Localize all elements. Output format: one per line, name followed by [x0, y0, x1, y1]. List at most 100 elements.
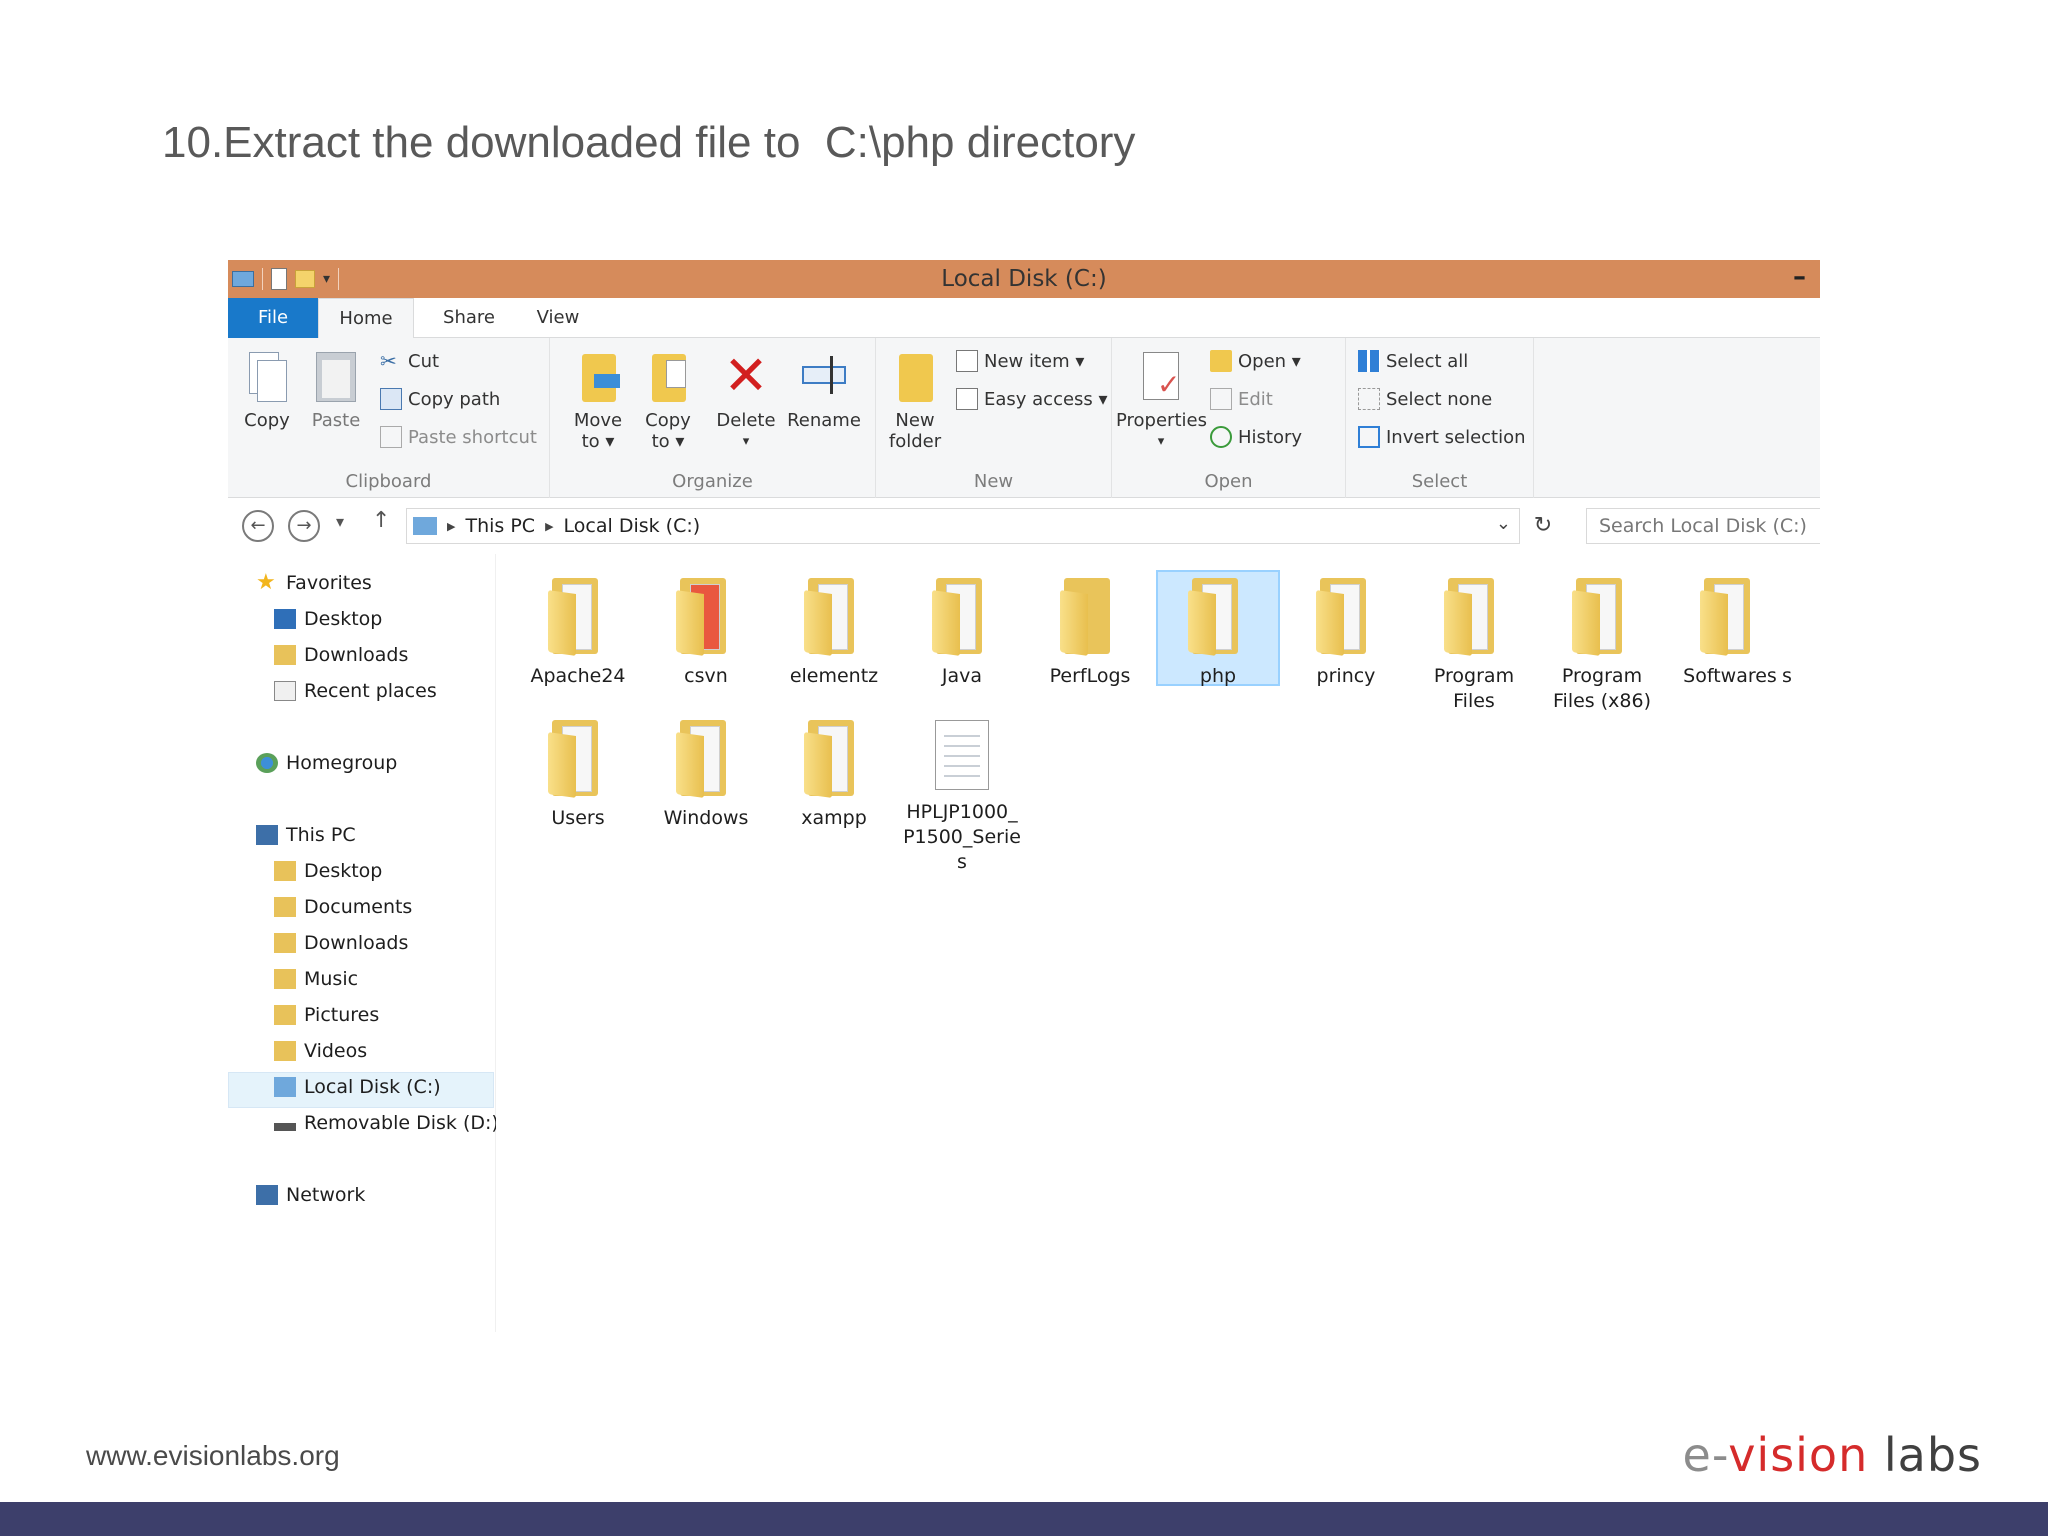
address-input[interactable]: ▶ This PC ▶ Local Disk (C:) ⌄ [406, 508, 1520, 544]
refresh-icon[interactable]: ↻ [1528, 508, 1558, 544]
new-folder-button[interactable]: New folder [884, 348, 946, 452]
copy-button[interactable]: Copy [236, 348, 298, 431]
nav-pc-desktop[interactable]: Desktop [274, 860, 382, 882]
tab-home[interactable]: Home [318, 298, 414, 339]
nav-fav-recent[interactable]: Recent places [274, 680, 437, 702]
move-to-label-line1: Move [573, 410, 623, 431]
folder-partial[interactable]: s [1782, 572, 1820, 689]
easy-access-label: Easy access ▾ [984, 388, 1108, 410]
organize-group: Move to ▾ Copy to ▾ ✕ Delete ▾ Rename Or… [550, 338, 876, 498]
cut-label: Cut [408, 350, 440, 372]
rename-button[interactable]: Rename [786, 348, 862, 431]
up-arrow-icon[interactable]: ↑ [372, 508, 390, 533]
desktop-icon [274, 609, 296, 629]
paste-button[interactable]: Paste [304, 348, 368, 431]
nav-fav-downloads[interactable]: Downloads [274, 644, 408, 666]
nav-pc-downloads[interactable]: Downloads [274, 932, 408, 954]
folder-princy[interactable]: princy [1284, 572, 1408, 689]
folder-icon [1700, 578, 1760, 656]
file-hpljp1000[interactable]: HPLJP1000_ P1500_Serie s [900, 714, 1024, 875]
chevron-down-icon[interactable]: ⌄ [1496, 513, 1511, 534]
forward-arrow-icon: → [296, 515, 312, 536]
recent-locations-icon[interactable]: ▾ [336, 512, 344, 531]
chevron-right-icon[interactable]: ▶ [447, 520, 455, 533]
nav-pc-videos[interactable]: Videos [274, 1040, 367, 1062]
folder-icon [1444, 578, 1504, 656]
nav-pc-documents[interactable]: Documents [274, 896, 412, 918]
folder-windows[interactable]: Windows [644, 714, 768, 831]
forward-button[interactable]: → [288, 510, 320, 542]
ribbon: Copy Paste ✂ Cut Copy path Paste shortcu… [228, 338, 1820, 498]
folder-php[interactable]: php [1156, 570, 1280, 687]
file-name: Java [941, 665, 983, 687]
invert-selection-button[interactable]: Invert selection [1358, 426, 1526, 448]
nav-pc-removable-disk[interactable]: Removable Disk (D:) [274, 1112, 499, 1134]
chevron-right-icon[interactable]: ▶ [545, 520, 553, 533]
easy-access-button[interactable]: Easy access ▾ [956, 388, 1108, 410]
copy-to-label-line2: to ▾ [651, 431, 685, 452]
history-button[interactable]: History [1210, 426, 1302, 448]
search-input[interactable]: Search Local Disk (C:) [1586, 508, 1820, 544]
nav-favorites[interactable]: ★ Favorites [256, 572, 372, 595]
slide: 10.Extract the downloaded file to C:\php… [0, 0, 2048, 1536]
open-label: Open ▾ [1238, 350, 1301, 372]
organize-group-label: Organize [672, 471, 753, 492]
select-all-button[interactable]: Select all [1358, 350, 1468, 372]
folder-elementz[interactable]: elementz [772, 572, 896, 689]
nav-pc-documents-label: Documents [304, 896, 413, 918]
properties-button[interactable]: ✓ Properties ▾ [1116, 348, 1207, 452]
nav-fav-desktop[interactable]: Desktop [274, 608, 382, 630]
delete-label: Delete [716, 410, 776, 431]
move-to-button[interactable]: Move to ▾ [568, 348, 628, 452]
nav-pc-local-disk[interactable]: Local Disk (C:) [274, 1076, 441, 1098]
desktop-folder-icon [274, 861, 296, 881]
nav-network[interactable]: Network [256, 1184, 365, 1206]
tab-view[interactable]: View [518, 298, 598, 338]
tab-file[interactable]: File [228, 298, 318, 338]
folder-program-files[interactable]: Program Files [1412, 572, 1536, 714]
folder-xampp[interactable]: xampp [772, 714, 896, 831]
invert-selection-label: Invert selection [1386, 426, 1526, 448]
copy-path-label: Copy path [408, 388, 501, 410]
back-button[interactable]: ← [242, 510, 274, 542]
paste-shortcut-icon [380, 426, 402, 448]
properties-arrow: ▾ [1157, 434, 1165, 449]
minimize-button[interactable]: – [1793, 262, 1806, 292]
nav-pc-pictures[interactable]: Pictures [274, 1004, 379, 1026]
easy-access-icon [956, 388, 978, 410]
brand-labs: labs [1868, 1428, 1982, 1482]
paste-shortcut-button[interactable]: Paste shortcut [380, 426, 537, 448]
folder-java[interactable]: Java [900, 572, 1024, 689]
cut-button[interactable]: ✂ Cut [380, 350, 439, 372]
nav-homegroup[interactable]: Homegroup [256, 752, 397, 774]
folder-apache24[interactable]: Apache24 [516, 572, 640, 689]
copy-path-button[interactable]: Copy path [380, 388, 500, 410]
folder-csvn[interactable]: csvn [644, 572, 768, 689]
folder-perflogs[interactable]: PerfLogs [1028, 572, 1152, 689]
rename-label: Rename [787, 410, 861, 431]
nav-this-pc[interactable]: This PC [256, 824, 356, 846]
nav-homegroup-label: Homegroup [286, 752, 398, 774]
nav-pc-music[interactable]: Music [274, 968, 358, 990]
move-to-label-line2: to ▾ [581, 431, 615, 452]
new-item-button[interactable]: New item ▾ [956, 350, 1084, 372]
navigation-pane: ★ Favorites Desktop Downloads Recent pla… [228, 554, 499, 1332]
breadcrumb-local-disk[interactable]: Local Disk (C:) [564, 515, 701, 537]
open-button[interactable]: Open ▾ [1210, 350, 1301, 372]
folder-program-files-x86[interactable]: Program Files (x86) [1540, 572, 1664, 714]
edit-button[interactable]: Edit [1210, 388, 1273, 410]
new-folder-label-line2: folder [888, 431, 942, 452]
edit-icon [1210, 388, 1232, 410]
breadcrumb-this-pc[interactable]: This PC [465, 515, 535, 537]
delete-button[interactable]: ✕ Delete ▾ [716, 348, 776, 452]
folder-softwares[interactable]: Softwares [1668, 572, 1792, 689]
folder-users[interactable]: Users [516, 714, 640, 831]
file-list: Apache24 csvn elementz Java PerfLogs php [496, 554, 1820, 1332]
document-icon [935, 720, 989, 790]
folder-icon [548, 578, 608, 656]
brand-vision: vision [1728, 1428, 1869, 1482]
copy-to-button[interactable]: Copy to ▾ [638, 348, 698, 452]
select-none-button[interactable]: Select none [1358, 388, 1492, 410]
footer-url[interactable]: www.evisionlabs.org [86, 1440, 340, 1472]
tab-share[interactable]: Share [424, 298, 514, 338]
